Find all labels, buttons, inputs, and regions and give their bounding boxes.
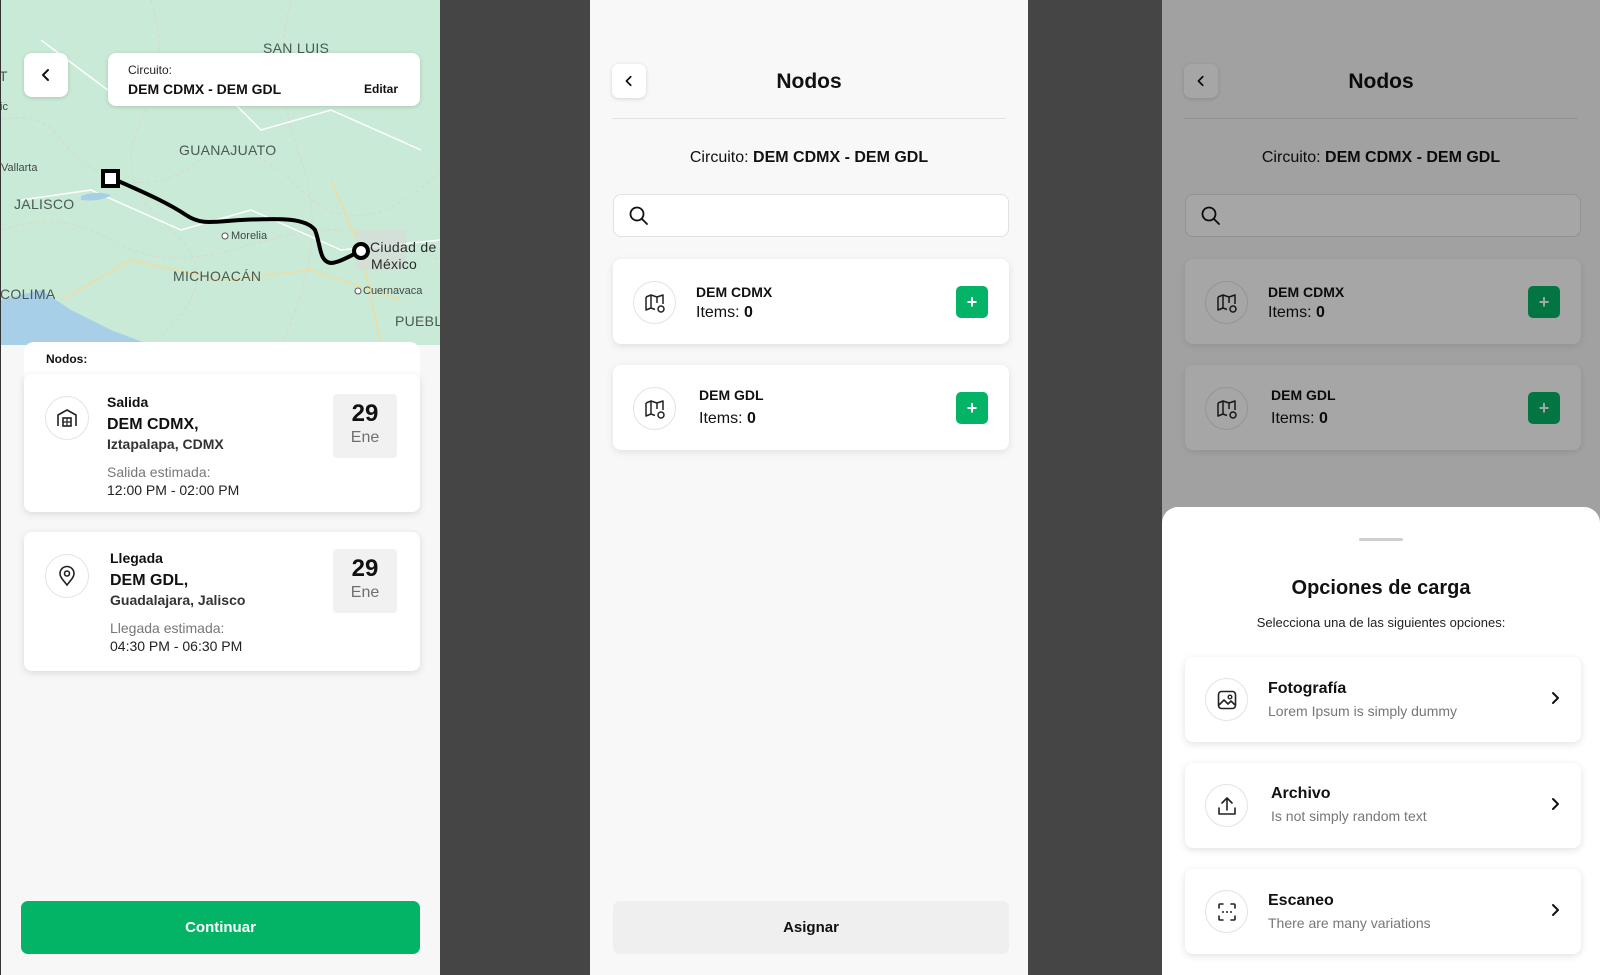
map-label-mexico: México	[371, 256, 418, 272]
node-name: DEM GDL	[699, 387, 764, 403]
circuit-card: Circuito: DEM CDMX - DEM GDL Editar	[108, 53, 420, 106]
nodes-screen-with-sheet: Nodos Circuito: DEM CDMX - DEM GDL DEM C…	[1162, 0, 1600, 975]
items-count: 0	[747, 410, 756, 427]
map-pin-icon	[633, 281, 676, 324]
chevron-right-icon	[1552, 692, 1559, 704]
option-desc: There are many variations	[1268, 915, 1431, 931]
arrival-time: 04:30 PM - 06:30 PM	[110, 638, 243, 654]
image-icon	[1205, 678, 1248, 721]
option-scan[interactable]: Escaneo There are many variations	[1185, 869, 1581, 954]
map-label-jalisco: JALISCO	[14, 196, 75, 212]
map-label-morelia: Morelia	[231, 230, 268, 242]
add-button[interactable]: +	[956, 392, 988, 424]
circuit-value: DEM CDMX - DEM GDL	[128, 81, 282, 97]
sheet-grab-handle[interactable]	[1359, 538, 1403, 541]
bottom-sheet: Opciones de carga Selecciona una de las …	[1162, 507, 1600, 975]
items-label: Items:	[696, 304, 740, 321]
warehouse-icon	[45, 396, 89, 440]
arrival-day: 29	[351, 555, 379, 582]
items-label: Items:	[699, 410, 743, 427]
node-items: Items: 0	[699, 410, 756, 428]
circuit-label: Circuito:	[128, 63, 173, 77]
option-file[interactable]: Archivo Is not simply random text	[1185, 763, 1581, 848]
map-label-guanajuato: GUANAJUATO	[179, 142, 277, 158]
items-count: 0	[744, 304, 753, 321]
departure-title: Salida	[107, 394, 149, 410]
arrival-city: Guadalajara, Jalisco	[110, 592, 246, 608]
continue-button[interactable]: Continuar	[21, 901, 420, 954]
upload-icon	[1205, 784, 1248, 827]
arrival-name: DEM GDL,	[110, 572, 189, 589]
option-title: Escaneo	[1268, 892, 1334, 909]
arrival-title: Llegada	[110, 550, 163, 566]
map-label-cuernavaca: Cuernavaca	[363, 285, 423, 297]
chevron-right-icon	[1552, 904, 1559, 916]
circuit-prefix: Circuito:	[689, 149, 749, 166]
chevron-left-icon	[42, 69, 49, 81]
circuit-line: Circuito: DEM CDMX - DEM GDL	[590, 149, 1028, 167]
search-icon	[629, 206, 648, 225]
header-divider	[612, 118, 1006, 119]
departure-day: 29	[351, 400, 379, 427]
arrival-card[interactable]: Llegada DEM GDL, Guadalajara, Jalisco Ll…	[24, 532, 420, 671]
map-label-edge: T	[1, 68, 8, 84]
map-label-michoacan: MICHOACÁN	[173, 268, 262, 284]
node-card[interactable]: DEM CDMX Items: 0 +	[613, 259, 1009, 344]
chevron-right-icon	[1552, 798, 1559, 810]
nodes-screen: Nodos Circuito: DEM CDMX - DEM GDL DEM C…	[590, 0, 1028, 975]
circuit-value: DEM CDMX - DEM GDL	[753, 149, 929, 166]
destination-marker	[352, 242, 370, 260]
option-desc: Lorem Ipsum is simply dummy	[1268, 703, 1458, 719]
sheet-title: Opciones de carga	[1291, 577, 1471, 599]
scan-icon	[1205, 890, 1248, 933]
back-button[interactable]	[24, 53, 68, 97]
location-pin-icon	[45, 554, 89, 598]
sheet-subtitle: Selecciona una de las siguientes opcione…	[1256, 615, 1506, 630]
route-screen: SAN LUIS T ic GUANAJUATO Vallarta JALISC…	[0, 0, 440, 975]
map-label-puebla: PUEBL	[395, 313, 440, 329]
assign-button[interactable]: Asignar	[613, 901, 1009, 954]
departure-time: 12:00 PM - 02:00 PM	[107, 482, 240, 498]
node-card[interactable]: DEM GDL Items: 0 +	[613, 365, 1009, 450]
map-label-colima: COLIMA	[1, 286, 56, 302]
map-label-vallarta: Vallarta	[1, 162, 38, 174]
map-label-ciudad-de: Ciudad de	[370, 239, 437, 255]
page-title: Nodos	[776, 70, 842, 93]
origin-marker	[101, 169, 120, 188]
route-map[interactable]: SAN LUIS T ic GUANAJUATO Vallarta JALISC…	[1, 0, 440, 345]
map-label-edge-2: ic	[1, 101, 8, 113]
nodes-label: Nodos:	[46, 352, 88, 366]
option-desc: Is not simply random text	[1271, 808, 1427, 824]
departure-card[interactable]: Salida DEM CDMX, Iztapalapa, CDMX Salida…	[24, 374, 420, 512]
search-input[interactable]	[613, 194, 1009, 237]
arrival-date: 29 Ene	[333, 549, 397, 613]
node-name: DEM CDMX	[696, 284, 773, 300]
departure-city: Iztapalapa, CDMX	[107, 436, 224, 452]
departure-month: Ene	[350, 429, 380, 446]
node-items: Items: 0	[696, 304, 753, 322]
arrival-estimate-label: Llegada estimada:	[110, 620, 225, 636]
edit-button[interactable]: Editar	[364, 82, 398, 96]
option-title: Archivo	[1271, 785, 1331, 802]
departure-estimate-label: Salida estimada:	[107, 464, 211, 480]
option-title: Fotografía	[1268, 680, 1347, 697]
add-button[interactable]: +	[956, 286, 988, 318]
arrival-month: Ene	[350, 584, 380, 601]
departure-name: DEM CDMX,	[107, 416, 199, 433]
option-photo[interactable]: Fotografía Lorem Ipsum is simply dummy	[1185, 657, 1581, 742]
map-pin-icon	[633, 387, 676, 430]
departure-date: 29 Ene	[333, 394, 397, 458]
